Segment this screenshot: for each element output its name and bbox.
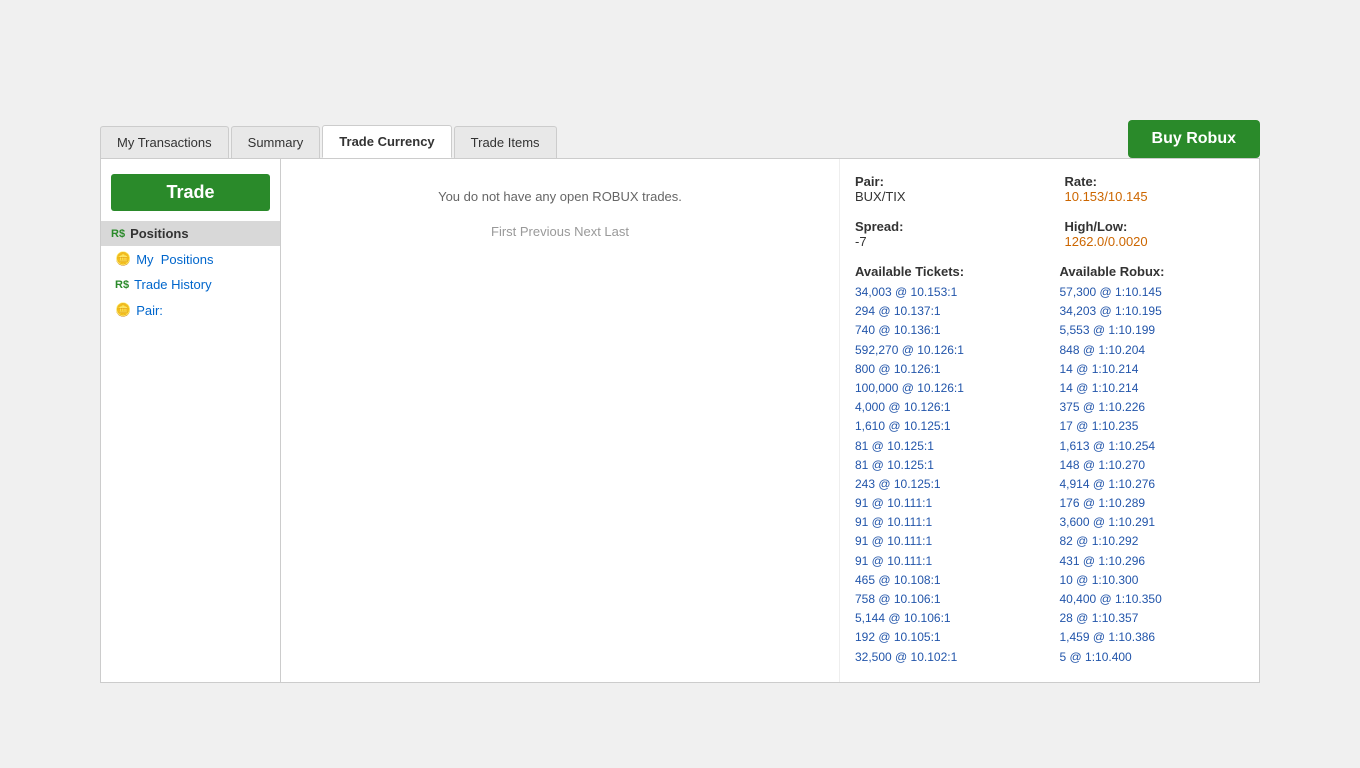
robux-positions-header: R$ Positions [101,221,280,246]
ticket-order-item: 800 @ 10.126:1 [855,360,1040,379]
orders-section: Available Tickets: 34,003 @ 10.153:1294 … [855,264,1244,667]
available-robux-header: Available Robux: [1060,264,1245,279]
robux-icon-small: R$ [115,279,129,291]
robux-orders-list: 57,300 @ 1:10.14534,203 @ 1:10.1955,553 … [1060,283,1245,667]
spread-col: Spread: -7 [855,219,1035,249]
main-content: You do not have any open ROBUX trades. F… [281,159,839,682]
robux-order-item: 176 @ 1:10.289 [1060,494,1245,513]
trade-button[interactable]: Trade [111,174,270,211]
market-info-row-2: Spread: -7 High/Low: 1262.0/0.0020 [855,219,1244,249]
market-panel: Pair: BUX/TIX Rate: 10.153/10.145 Spread… [839,159,1259,682]
sidebar-item-tix-trade-history[interactable]: 🪙 Pair: [101,297,280,323]
robux-col: Available Robux: 57,300 @ 1:10.14534,203… [1060,264,1245,667]
ticket-order-item: 592,270 @ 10.126:1 [855,341,1040,360]
tab-trade-items[interactable]: Trade Items [454,126,557,158]
rate-value: 10.153/10.145 [1065,189,1245,204]
sidebar-item-robux-trade-history[interactable]: R$ Trade History [101,272,280,297]
robux-icon: R$ [111,228,125,240]
pair-label: Pair: [855,174,1035,189]
pagination: First Previous Next Last [296,219,824,244]
ticket-order-item: 4,000 @ 10.126:1 [855,398,1040,417]
robux-order-item: 14 @ 1:10.214 [1060,379,1245,398]
tabs-left: My Transactions Summary Trade Currency T… [100,125,557,158]
no-trades-message: You do not have any open ROBUX trades. [296,174,824,219]
content-area: Trade R$ Positions 🪙 My Positions R$ Tra… [100,158,1260,683]
ticket-order-item: 740 @ 10.136:1 [855,321,1040,340]
pair-value: BUX/TIX [855,189,1035,204]
tabs-row: My Transactions Summary Trade Currency T… [100,120,1260,158]
robux-order-item: 4,914 @ 1:10.276 [1060,475,1245,494]
ticket-order-item: 243 @ 10.125:1 [855,475,1040,494]
robux-order-item: 5,553 @ 1:10.199 [1060,321,1245,340]
ticket-order-item: 294 @ 10.137:1 [855,302,1040,321]
ticket-order-item: 81 @ 10.125:1 [855,456,1040,475]
robux-order-item: 1,613 @ 1:10.254 [1060,437,1245,456]
tickets-orders-list: 34,003 @ 10.153:1294 @ 10.137:1740 @ 10.… [855,283,1040,667]
ticket-order-item: 465 @ 10.108:1 [855,571,1040,590]
ticket-order-item: 81 @ 10.125:1 [855,437,1040,456]
high-low-value: 1262.0/0.0020 [1065,234,1245,249]
robux-positions-label: Positions [130,226,189,241]
tab-summary[interactable]: Summary [231,126,321,158]
ticket-order-item: 91 @ 10.111:1 [855,552,1040,571]
ticket-order-item: 91 @ 10.111:1 [855,513,1040,532]
sidebar: Trade R$ Positions 🪙 My Positions R$ Tra… [101,159,281,682]
robux-order-item: 375 @ 1:10.226 [1060,398,1245,417]
tab-my-transactions[interactable]: My Transactions [100,126,229,158]
spread-value: -7 [855,234,1035,249]
tix-icon-small2: 🪙 [115,302,131,318]
robux-order-item: 28 @ 1:10.357 [1060,609,1245,628]
robux-order-item: 34,203 @ 1:10.195 [1060,302,1245,321]
ticket-order-item: 34,003 @ 10.153:1 [855,283,1040,302]
ticket-order-item: 192 @ 10.105:1 [855,628,1040,647]
tab-trade-currency[interactable]: Trade Currency [322,125,451,158]
pair-col: Pair: BUX/TIX [855,174,1035,204]
market-info-row-1: Pair: BUX/TIX Rate: 10.153/10.145 [855,174,1244,204]
my-tix-positions-label: My Positions [136,252,213,267]
robux-order-item: 848 @ 1:10.204 [1060,341,1245,360]
robux-order-item: 57,300 @ 1:10.145 [1060,283,1245,302]
tix-icon-small: 🪙 [115,251,131,267]
ticket-order-item: 5,144 @ 10.106:1 [855,609,1040,628]
buy-robux-button[interactable]: Buy Robux [1128,120,1260,158]
ticket-order-item: 91 @ 10.111:1 [855,532,1040,551]
main-container: My Transactions Summary Trade Currency T… [80,120,1280,683]
ticket-order-item: 758 @ 10.106:1 [855,590,1040,609]
high-low-col: High/Low: 1262.0/0.0020 [1065,219,1245,249]
tix-trade-history-label: Pair: [136,303,163,318]
page-wrapper: My Transactions Summary Trade Currency T… [0,0,1360,768]
robux-order-item: 10 @ 1:10.300 [1060,571,1245,590]
rate-col: Rate: 10.153/10.145 [1065,174,1245,204]
robux-trade-history-label: Trade History [134,277,212,292]
ticket-order-item: 32,500 @ 10.102:1 [855,648,1040,667]
ticket-order-item: 100,000 @ 10.126:1 [855,379,1040,398]
robux-order-item: 3,600 @ 1:10.291 [1060,513,1245,532]
robux-order-item: 40,400 @ 1:10.350 [1060,590,1245,609]
tickets-col: Available Tickets: 34,003 @ 10.153:1294 … [855,264,1040,667]
ticket-order-item: 1,610 @ 10.125:1 [855,417,1040,436]
robux-order-item: 14 @ 1:10.214 [1060,360,1245,379]
robux-order-item: 431 @ 1:10.296 [1060,552,1245,571]
robux-order-item: 148 @ 1:10.270 [1060,456,1245,475]
available-tickets-header: Available Tickets: [855,264,1040,279]
robux-order-item: 1,459 @ 1:10.386 [1060,628,1245,647]
sidebar-item-my-tix-positions[interactable]: 🪙 My Positions [101,246,280,272]
spread-label: Spread: [855,219,1035,234]
robux-order-item: 82 @ 1:10.292 [1060,532,1245,551]
rate-label: Rate: [1065,174,1245,189]
high-low-label: High/Low: [1065,219,1245,234]
robux-order-item: 17 @ 1:10.235 [1060,417,1245,436]
ticket-order-item: 91 @ 10.111:1 [855,494,1040,513]
robux-order-item: 5 @ 1:10.400 [1060,648,1245,667]
